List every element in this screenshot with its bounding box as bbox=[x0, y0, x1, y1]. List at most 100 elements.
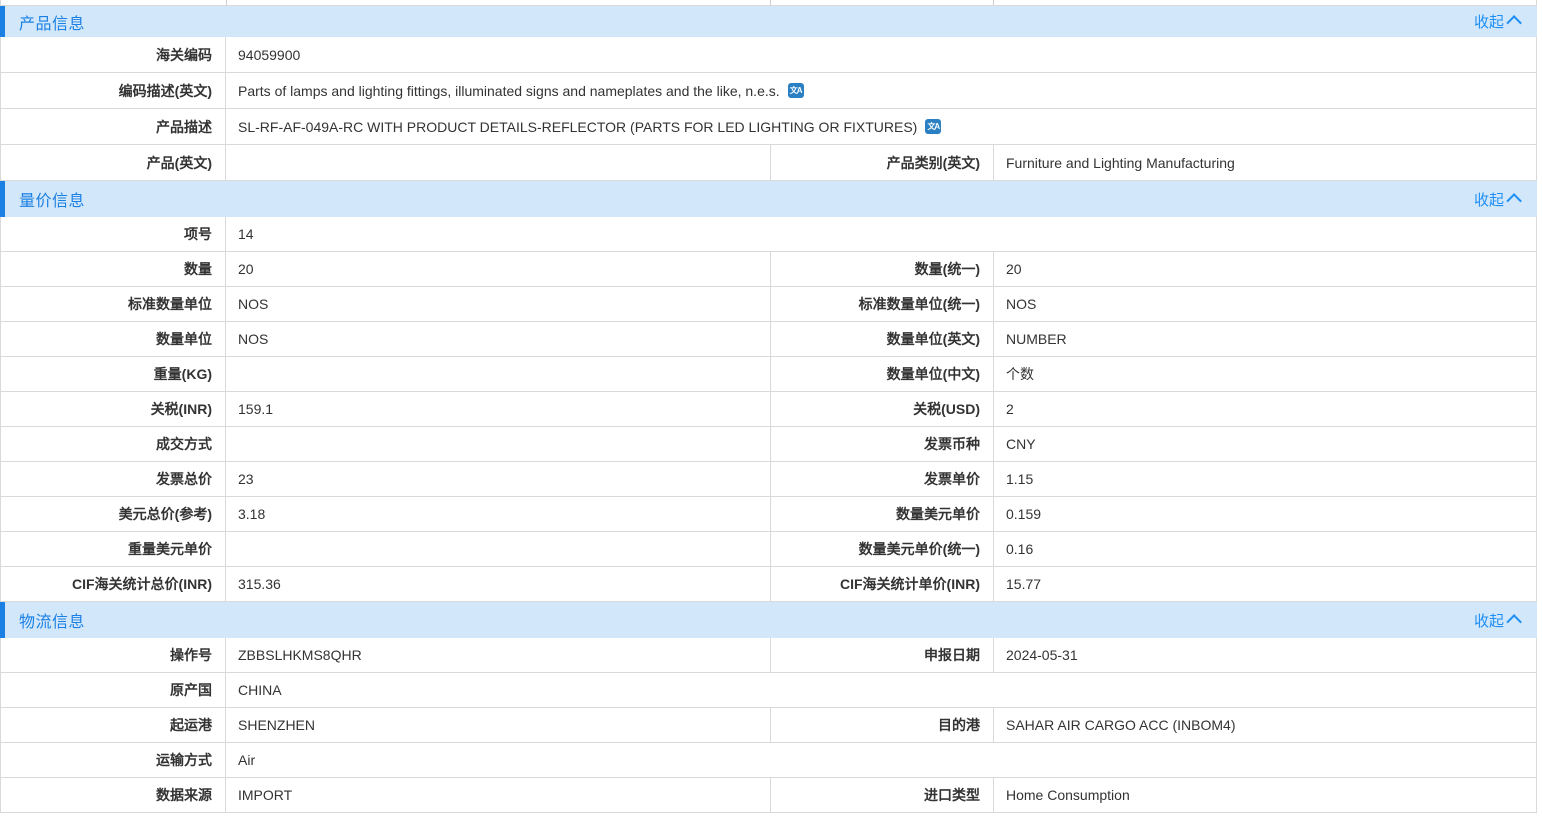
field-value-text: 2024-05-31 bbox=[1006, 647, 1078, 663]
field-label: 产品(英文) bbox=[1, 145, 226, 180]
field-value-text: CHINA bbox=[238, 682, 282, 698]
chevron-up-icon bbox=[1506, 15, 1522, 31]
field-label-text: 操作号 bbox=[170, 645, 212, 665]
table-row: 美元总价(参考) 3.18 数量美元单价 0.159 bbox=[0, 497, 1537, 532]
field-value: Air bbox=[226, 743, 1536, 777]
chevron-up-icon bbox=[1506, 193, 1522, 209]
field-value: Home Consumption bbox=[994, 778, 1536, 812]
field-label: 项号 bbox=[1, 217, 226, 251]
field-label-text: 产品(英文) bbox=[147, 153, 212, 173]
translate-icon[interactable]: 文A bbox=[788, 83, 804, 98]
field-value: 2024-05-31 bbox=[994, 638, 1536, 672]
field-label: 原产国 bbox=[1, 673, 226, 707]
field-value: 94059900 bbox=[226, 37, 1536, 72]
field-label-text: 编码描述(英文) bbox=[119, 81, 212, 101]
field-label-text: 数量美元单价 bbox=[896, 504, 980, 524]
field-value: 23 bbox=[226, 462, 771, 496]
field-value-text: IMPORT bbox=[238, 787, 292, 803]
collapse-label: 收起 bbox=[1474, 610, 1504, 631]
field-value-text: 20 bbox=[1006, 261, 1022, 277]
field-label-text: 项号 bbox=[184, 224, 212, 244]
field-label-text: 数量单位(英文) bbox=[887, 329, 980, 349]
logistics-rows: 操作号 ZBBSLHKMS8QHR申报日期 2024-05-31 原产国 CHINA 起运… bbox=[0, 638, 1537, 813]
field-label-text: 数量美元单价(统一) bbox=[859, 539, 980, 559]
field-label: 数量单位(英文) bbox=[771, 322, 994, 356]
section-accent-bar bbox=[0, 6, 5, 37]
field-label-text: 关税(USD) bbox=[913, 399, 980, 419]
field-label-text: 数量 bbox=[184, 259, 212, 279]
field-label-text: 目的港 bbox=[938, 715, 980, 735]
field-label-text: 美元总价(参考) bbox=[119, 504, 212, 524]
field-value: ZBBSLHKMS8QHR bbox=[226, 638, 771, 672]
field-label-text: CIF海关统计单价(INR) bbox=[840, 574, 980, 594]
field-value-text: Air bbox=[238, 752, 255, 768]
field-label-text: 运输方式 bbox=[156, 750, 212, 770]
field-label: 数据来源 bbox=[1, 778, 226, 812]
field-value-text: SAHAR AIR CARGO ACC (INBOM4) bbox=[1006, 717, 1235, 733]
field-value-text: 1.15 bbox=[1006, 471, 1033, 487]
column-divider bbox=[226, 0, 227, 5]
field-label-text: 进口类型 bbox=[924, 785, 980, 805]
field-value: SHENZHEN bbox=[226, 708, 771, 742]
field-value: 0.16 bbox=[994, 532, 1536, 566]
column-divider bbox=[770, 0, 771, 5]
table-row: 重量(KG)数量单位(中文)个数 bbox=[0, 357, 1537, 392]
field-value: 0.159 bbox=[994, 497, 1536, 531]
field-label: 数量 bbox=[1, 252, 226, 286]
table-row: 成交方式发票币种CNY bbox=[0, 427, 1537, 462]
section-header-quantity-price-info: 量价信息 收起 bbox=[0, 181, 1537, 217]
field-value: 159.1 bbox=[226, 392, 771, 426]
field-label-text: 发票总价 bbox=[156, 469, 212, 489]
field-label: 数量单位(中文) bbox=[771, 357, 994, 391]
field-label-text: 数量单位(中文) bbox=[887, 364, 980, 384]
field-value-text: NOS bbox=[238, 296, 268, 312]
chevron-up-icon bbox=[1506, 614, 1522, 630]
field-label-text: 数量(统一) bbox=[915, 259, 980, 279]
table-row: 项号14 bbox=[0, 217, 1537, 252]
field-value: 1.15 bbox=[994, 462, 1536, 496]
table-row: 数量单位NOS数量单位(英文)NUMBER bbox=[0, 322, 1537, 357]
field-label-text: 发票单价 bbox=[924, 469, 980, 489]
section-title: 产品信息 bbox=[19, 10, 85, 34]
table-row: 原产国 CHINA bbox=[0, 673, 1537, 708]
table-row: 关税(INR)159.1关税(USD)2 bbox=[0, 392, 1537, 427]
quantity-price-rows: 项号14数量20数量(统一)20标准数量单位NOS标准数量单位(统一)NOS数量… bbox=[0, 217, 1537, 602]
field-value: CNY bbox=[994, 427, 1536, 461]
field-label: 起运港 bbox=[1, 708, 226, 742]
field-value-text: 23 bbox=[238, 471, 254, 487]
field-value-text: Parts of lamps and lighting fittings, il… bbox=[238, 83, 780, 99]
field-label: 申报日期 bbox=[771, 638, 994, 672]
section-header-product-info: 产品信息 收起 bbox=[0, 6, 1537, 37]
field-label-text: CIF海关统计总价(INR) bbox=[72, 574, 212, 594]
collapse-button[interactable]: 收起 bbox=[1474, 610, 1537, 631]
field-label: 美元总价(参考) bbox=[1, 497, 226, 531]
section-accent-bar bbox=[0, 602, 5, 638]
field-label: 标准数量单位 bbox=[1, 287, 226, 321]
field-label: 发票总价 bbox=[1, 462, 226, 496]
field-value-text: 20 bbox=[238, 261, 254, 277]
translate-icon[interactable]: 文A bbox=[925, 119, 941, 134]
collapse-button[interactable]: 收起 bbox=[1474, 189, 1537, 210]
field-value-text: 3.18 bbox=[238, 506, 265, 522]
field-value: 15.77 bbox=[994, 567, 1536, 601]
field-value: SL-RF-AF-049A-RC WITH PRODUCT DETAILS-RE… bbox=[226, 109, 1536, 144]
field-value-text: NUMBER bbox=[1006, 331, 1067, 347]
field-label: 数量(统一) bbox=[771, 252, 994, 286]
field-label-text: 发票币种 bbox=[924, 434, 980, 454]
field-label: 数量美元单价(统一) bbox=[771, 532, 994, 566]
field-label: 海关编码 bbox=[1, 37, 226, 72]
field-value bbox=[226, 145, 771, 180]
field-value: NOS bbox=[226, 287, 771, 321]
field-label-text: 重量(KG) bbox=[154, 364, 212, 384]
collapse-button[interactable]: 收起 bbox=[1474, 11, 1537, 32]
field-value bbox=[226, 427, 771, 461]
field-value-text: 159.1 bbox=[238, 401, 273, 417]
field-label: 数量单位 bbox=[1, 322, 226, 356]
field-value-text: 315.36 bbox=[238, 576, 281, 592]
detail-page: 产品信息 收起 海关编码94059900 编码描述(英文) Parts of lam… bbox=[0, 0, 1537, 813]
table-row: 海关编码94059900 bbox=[0, 37, 1537, 73]
field-value-text: Home Consumption bbox=[1006, 787, 1130, 803]
field-label-text: 数据来源 bbox=[156, 785, 212, 805]
table-row: 操作号 ZBBSLHKMS8QHR申报日期 2024-05-31 bbox=[0, 638, 1537, 673]
table-row: 数量 20 数量(统一) 20 bbox=[0, 252, 1537, 287]
